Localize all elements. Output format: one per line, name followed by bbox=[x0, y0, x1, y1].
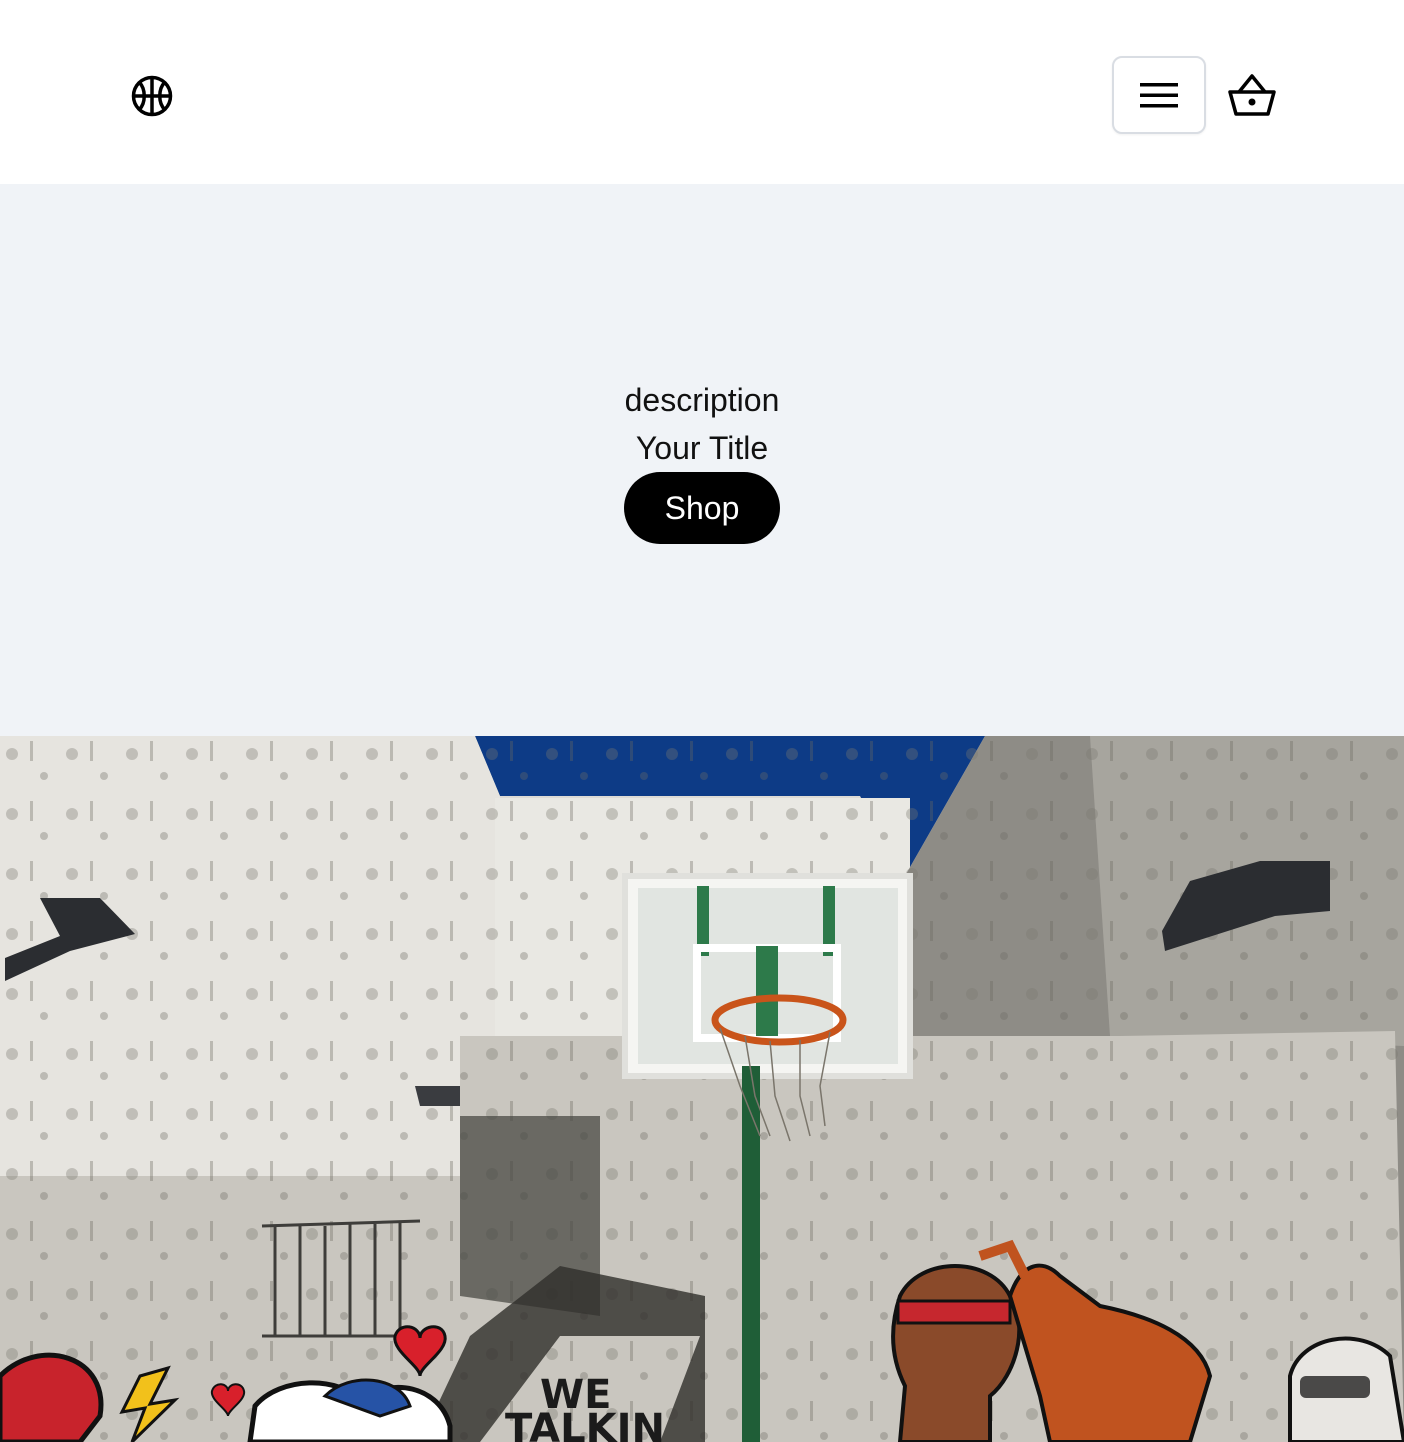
shop-button[interactable]: Shop bbox=[624, 472, 780, 544]
hero-title: Your Title bbox=[635, 430, 769, 466]
hamburger-menu-icon bbox=[1140, 83, 1178, 108]
shopping-basket-icon bbox=[1228, 74, 1276, 116]
mural-text-talkin: TALKIN bbox=[505, 1406, 665, 1442]
cart-button[interactable] bbox=[1226, 72, 1278, 120]
menu-button[interactable] bbox=[1112, 56, 1206, 134]
site-header bbox=[0, 0, 1404, 184]
basketball-court-photo: WE TALKIN bbox=[0, 736, 1404, 1442]
logo-link[interactable] bbox=[130, 74, 174, 118]
page: description Your Title Shop WE TALKIN bbox=[0, 0, 1404, 1442]
hero-photo: WE TALKIN bbox=[0, 736, 1404, 1442]
basketball-icon bbox=[131, 75, 173, 117]
hero-description: description bbox=[624, 382, 780, 418]
hero-section: description Your Title Shop bbox=[0, 184, 1404, 736]
